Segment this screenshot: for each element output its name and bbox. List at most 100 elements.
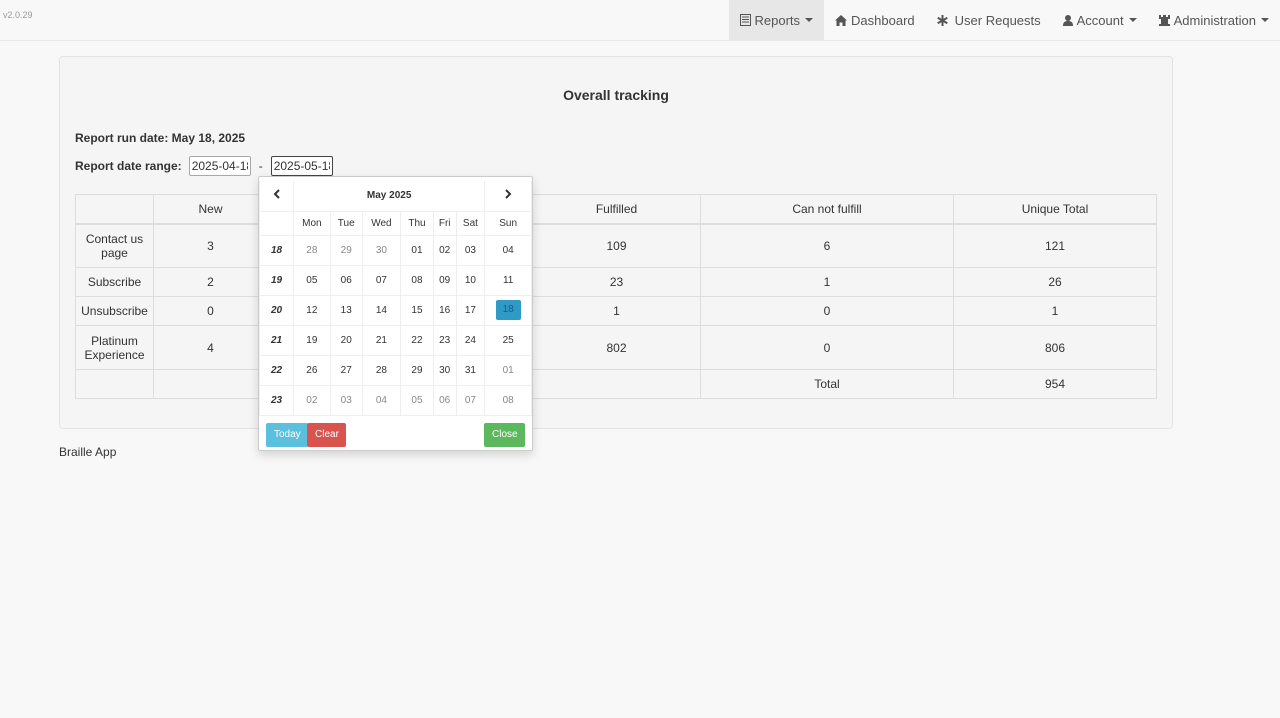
column-header-unique-total: Unique Total	[953, 194, 1157, 225]
cell-new: 4	[153, 325, 268, 370]
table-total-row: Total 954	[75, 369, 1157, 399]
calendar-day[interactable]: 29	[329, 234, 363, 266]
calendar-day[interactable]: 06	[329, 264, 363, 296]
prev-month-button[interactable]	[259, 181, 294, 212]
calendar-day[interactable]: 16	[432, 294, 457, 326]
start-date-input[interactable]	[188, 156, 251, 176]
calendar-day-label: 17	[464, 304, 476, 316]
calendar-day[interactable]: 01	[484, 354, 532, 386]
today-button[interactable]: Today	[266, 423, 308, 447]
calendar-day[interactable]: 06	[432, 384, 457, 416]
calendar-day-label: 02	[306, 394, 318, 406]
nav-account[interactable]: Account	[1052, 0, 1148, 40]
tower-icon	[1158, 14, 1170, 26]
cell-can-not-fulfill: 0	[700, 325, 954, 370]
cell-fulfilled: 109	[532, 223, 701, 268]
cell-new: 3	[153, 223, 268, 268]
calendar-day[interactable]: 22	[400, 324, 434, 356]
calendar-day[interactable]: 19	[293, 324, 331, 356]
month-title[interactable]: May 2025	[292, 181, 486, 212]
calendar-day[interactable]: 10	[455, 264, 486, 296]
calendar-day[interactable]: 11	[484, 264, 532, 296]
row-label: Unsubscribe	[75, 296, 154, 326]
calendar-day[interactable]: 03	[329, 384, 363, 416]
cell-unique-total: 806	[953, 325, 1157, 370]
calendar-day-label: 31	[464, 364, 476, 376]
calendar-day[interactable]: 07	[361, 264, 402, 296]
calendar-day[interactable]: 31	[455, 354, 486, 386]
cell-can-not-fulfill: 0	[700, 296, 954, 326]
weekday-header-row: Mon Tue Wed Thu Fri Sat Sun	[259, 210, 532, 236]
calendar-day[interactable]: 04	[361, 384, 402, 416]
calendar-day[interactable]: 08	[484, 384, 532, 416]
nav-reports[interactable]: Reports	[728, 0, 825, 40]
calendar-day[interactable]: 26	[293, 354, 331, 386]
calendar-day[interactable]: 01	[400, 234, 434, 266]
calendar-day-label: 15	[411, 304, 423, 316]
datepicker-popup: May 2025 Mon Tue Wed Thu Fri Sat Sun 18 2…	[258, 176, 533, 451]
cell-fulfilled: 23	[532, 267, 701, 297]
calendar-day[interactable]: 30	[361, 234, 402, 266]
calendar-day[interactable]: 29	[400, 354, 434, 386]
calendar-day-label: 02	[439, 244, 451, 256]
nav-administration[interactable]: Administration	[1148, 0, 1280, 40]
date-range-separator: -	[258, 159, 263, 173]
calendar-day-selected[interactable]: 18	[484, 294, 532, 326]
close-button[interactable]: Close	[484, 423, 525, 447]
calendar-day-label: 04	[502, 244, 514, 256]
calendar-day-label: 28	[306, 244, 318, 256]
calendar-day-label: 24	[464, 334, 476, 346]
calendar-day[interactable]: 13	[329, 294, 363, 326]
calendar-day-label: 29	[340, 244, 352, 256]
column-header	[75, 194, 154, 225]
cell-new: 0	[153, 296, 268, 326]
calendar-day[interactable]: 02	[432, 234, 457, 266]
calendar-day[interactable]: 25	[484, 324, 532, 356]
calendar-day[interactable]: 14	[361, 294, 402, 326]
weekday-label: Thu	[400, 210, 434, 236]
calendar-day[interactable]: 21	[361, 324, 402, 356]
nav-dashboard-label: Dashboard	[851, 12, 915, 28]
calendar-day[interactable]: 05	[293, 264, 331, 296]
calendar-week-row: 18 28 29 30 01 02 03 04	[259, 234, 532, 266]
calendar-week-row: 19 05 06 07 08 09 10 11	[259, 264, 532, 296]
calendar-day[interactable]: 04	[484, 234, 532, 266]
calendar-day[interactable]: 30	[432, 354, 457, 386]
total-value: 954	[953, 369, 1157, 399]
clear-button[interactable]: Clear	[307, 423, 346, 447]
nav-user-requests[interactable]: User Requests	[926, 0, 1052, 40]
calendar-day-label: 26	[306, 364, 318, 376]
calendar-week-row: 21 19 20 21 22 23 24 25	[259, 324, 532, 356]
calendar-day[interactable]: 20	[329, 324, 363, 356]
next-month-button[interactable]	[484, 181, 532, 212]
cell-unique-total: 26	[953, 267, 1157, 297]
calendar-day[interactable]: 28	[293, 234, 331, 266]
calendar-day[interactable]: 08	[400, 264, 434, 296]
calendar-day-label: 11	[502, 274, 514, 286]
weekday-label: Fri	[432, 210, 457, 236]
calendar-day[interactable]: 07	[455, 384, 486, 416]
calendar-day[interactable]: 03	[455, 234, 486, 266]
calendar-day[interactable]: 27	[329, 354, 363, 386]
nav-dashboard[interactable]: Dashboard	[824, 0, 926, 40]
calendar-day[interactable]: 09	[432, 264, 457, 296]
calendar-day[interactable]: 23	[432, 324, 457, 356]
calendar-day[interactable]: 02	[293, 384, 331, 416]
calendar-day[interactable]: 17	[455, 294, 486, 326]
page-title: Overall tracking	[563, 87, 669, 103]
calendar-day-label: 29	[411, 364, 423, 376]
calendar-day[interactable]: 05	[400, 384, 434, 416]
calendar-day[interactable]: 28	[361, 354, 402, 386]
calendar-day-label: 23	[439, 334, 451, 346]
calendar-day-label: 18	[495, 300, 521, 320]
end-date-input[interactable]	[270, 156, 333, 176]
calendar-day[interactable]: 15	[400, 294, 434, 326]
week-number: 21	[259, 324, 294, 356]
calendar-day[interactable]: 24	[455, 324, 486, 356]
total-label: Total	[700, 369, 954, 399]
calendar-day[interactable]: 12	[293, 294, 331, 326]
calendar-day-label: 03	[464, 244, 476, 256]
calendar-day-label: 04	[375, 394, 387, 406]
cell-fulfilled: 802	[532, 325, 701, 370]
version-label: v2.0.29	[3, 10, 33, 20]
